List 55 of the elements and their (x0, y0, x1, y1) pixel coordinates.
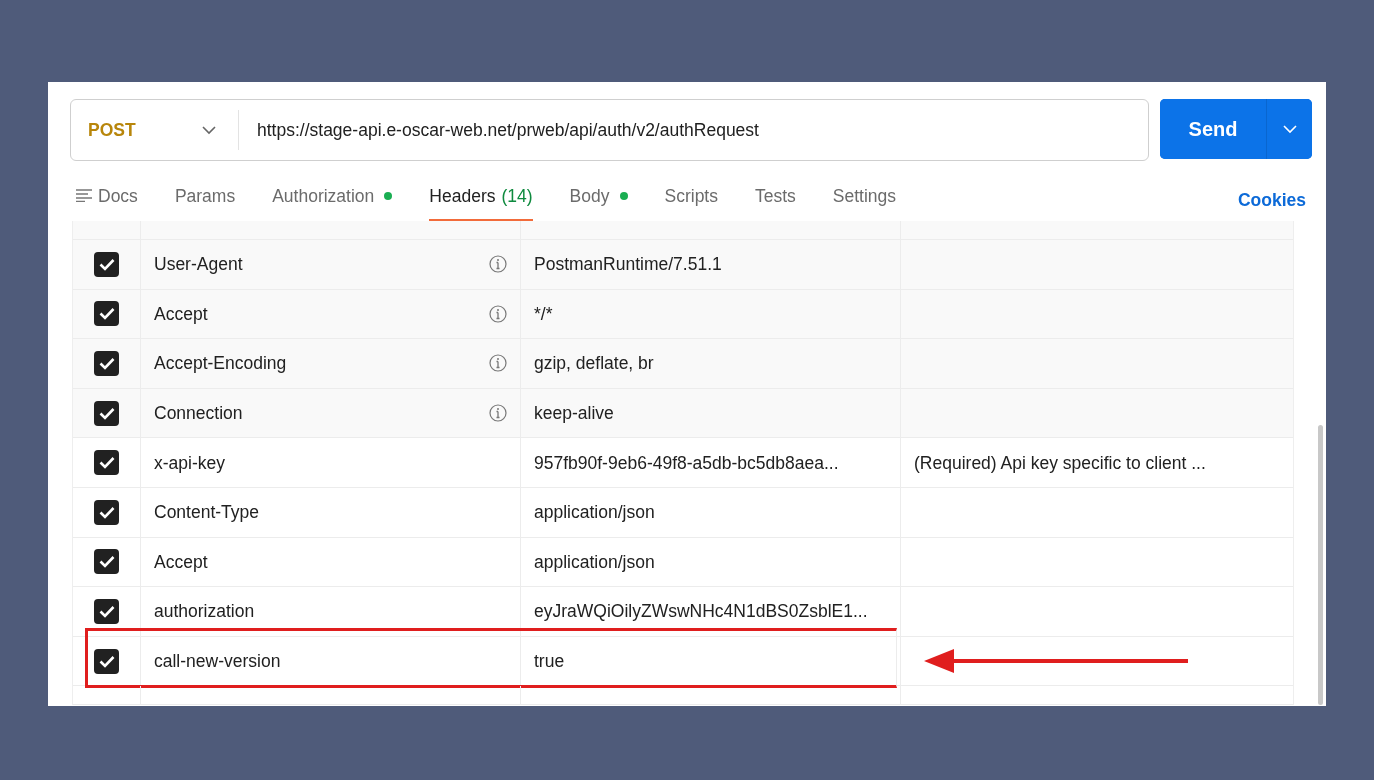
checkmark-icon (98, 555, 115, 569)
lines-icon (76, 189, 92, 203)
header-key: Connection (154, 399, 243, 427)
checkmark-icon (98, 357, 115, 370)
header-value: application/json (534, 550, 655, 574)
header-value: PostmanRuntime/7.51.1 (534, 253, 722, 277)
info-icon[interactable] (489, 404, 507, 423)
header-value: 957fb90f-9eb6-49f8-a5db-bc5db8aea... (534, 451, 839, 475)
header-value: keep-alive (534, 401, 614, 425)
header-key: User-Agent (154, 251, 243, 278)
checkmark-icon (98, 654, 115, 668)
checkmark-icon (98, 604, 115, 618)
checkbox[interactable] (94, 251, 119, 277)
header-key: Accept-Encoding (154, 350, 287, 377)
chevron-down-icon (1282, 124, 1297, 134)
tab[interactable]: Settings (832, 182, 897, 221)
checkbox[interactable] (94, 499, 119, 525)
checkbox[interactable] (94, 400, 119, 426)
checkbox[interactable] (94, 648, 119, 674)
checkmark-icon (98, 505, 115, 519)
header-value: */* (534, 302, 553, 326)
checkmark-icon (98, 456, 115, 470)
header-key: x-api-key (154, 449, 225, 476)
header-value: true (534, 649, 565, 673)
header-value: eyJraWQiOilyZWswNHc4N1dBS0ZsblE1... (534, 600, 868, 624)
header-key: Accept (154, 300, 208, 327)
url-bar: POST https://stage-api.e-oscar-web.net/prweb/api/auth/v2/authRequest (70, 99, 1149, 161)
header-value: application/json (534, 501, 655, 525)
checkmark-icon (98, 406, 115, 420)
info-icon[interactable] (489, 255, 507, 274)
info-icon[interactable] (489, 304, 507, 323)
scrollbar[interactable] (1318, 425, 1323, 705)
tab[interactable]: Authorization (272, 182, 393, 221)
header-key: call-new-version (154, 647, 281, 675)
tab[interactable]: Params (174, 182, 236, 221)
info-icon[interactable] (489, 354, 507, 373)
checkbox[interactable] (94, 598, 119, 624)
tab[interactable]: Docs (76, 182, 138, 221)
checkbox[interactable] (94, 351, 119, 376)
header-value: gzip, deflate, br (534, 352, 654, 376)
checkmark-icon (98, 307, 115, 321)
header-key: Content-Type (154, 499, 260, 526)
checkbox[interactable] (94, 549, 119, 575)
cookies-link[interactable]: Cookies (1237, 186, 1306, 221)
header-key: authorization (154, 598, 255, 625)
checkbox[interactable] (94, 450, 119, 476)
checkmark-icon (98, 257, 115, 271)
checkbox[interactable] (94, 301, 119, 327)
header-description: (Required) Api key specific to client ... (914, 451, 1206, 475)
tab[interactable]: Scripts (664, 182, 718, 221)
header-key: Accept (154, 548, 208, 575)
tab[interactable]: Tests (755, 182, 796, 221)
method-dropdown[interactable]: POST (71, 110, 239, 150)
chevron-down-icon (202, 125, 216, 135)
tab[interactable]: Body (569, 182, 628, 221)
